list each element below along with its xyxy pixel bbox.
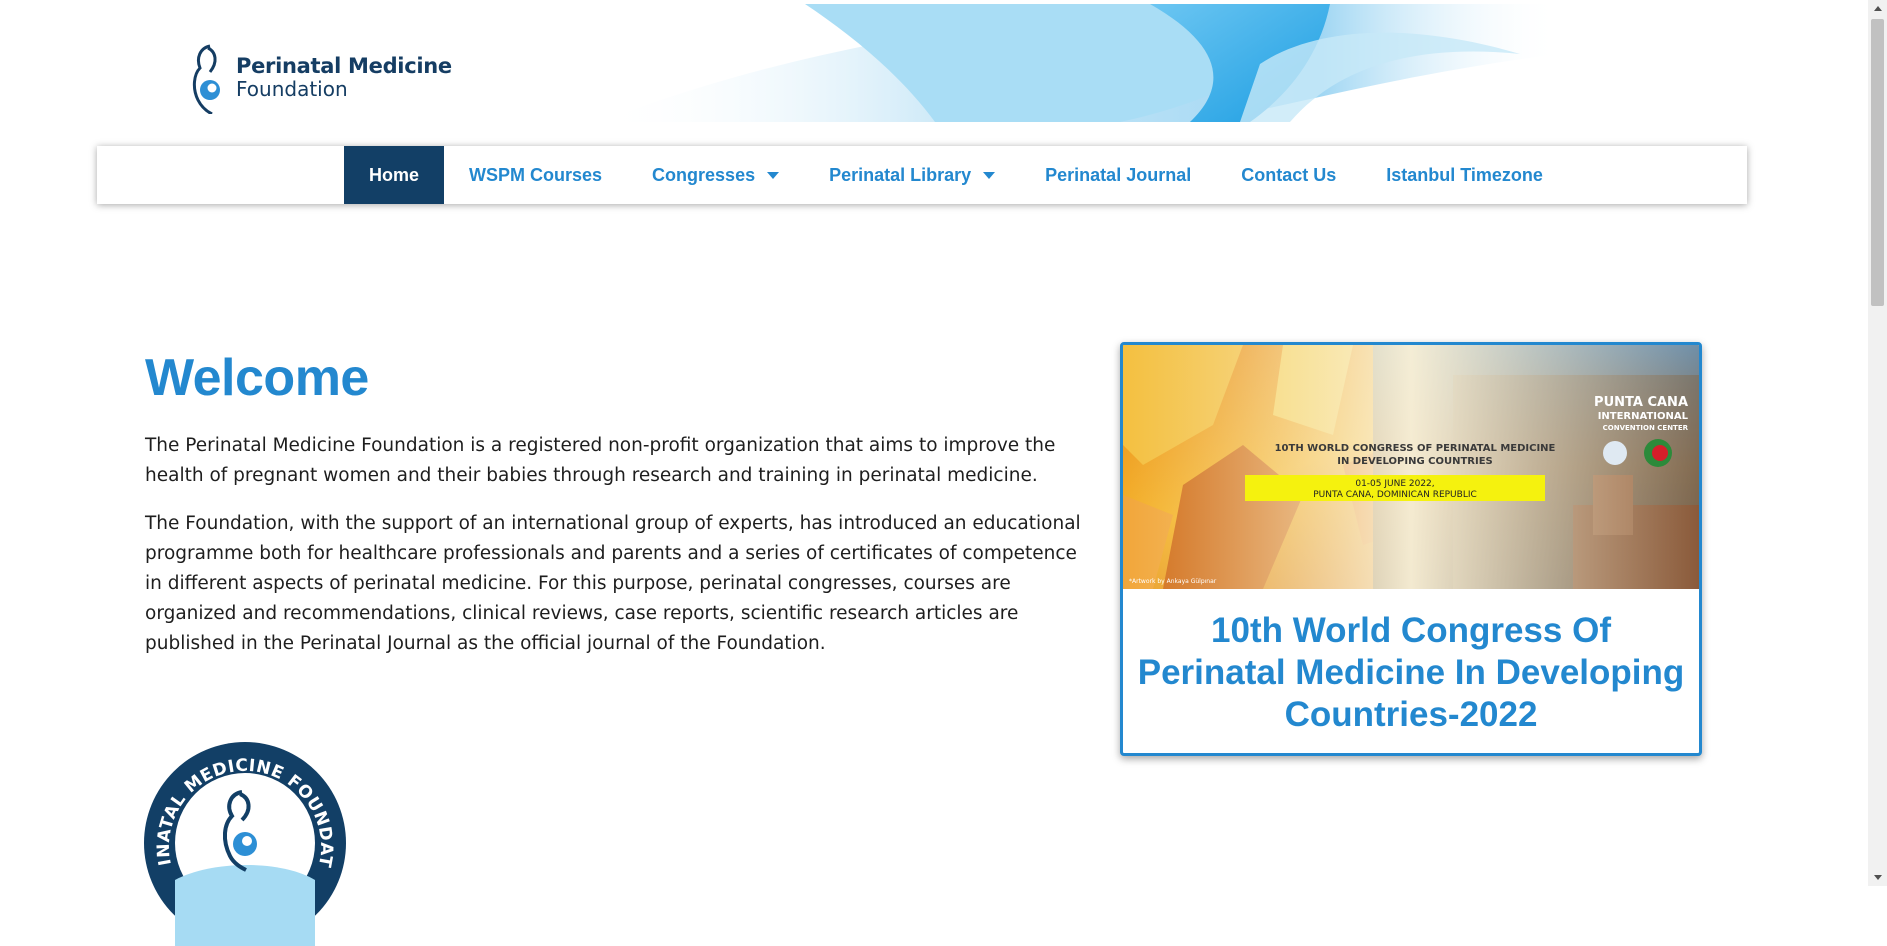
site-logo[interactable]: Perinatal Medicine Foundation bbox=[190, 40, 452, 115]
nav-item-label: Contact Us bbox=[1241, 164, 1337, 185]
nav-item-label: Congresses bbox=[652, 164, 756, 185]
nav-item-contact-us[interactable]: Contact Us bbox=[1216, 146, 1361, 204]
sponsor-logo-icon bbox=[1603, 441, 1627, 465]
congress-card[interactable]: 10TH WORLD CONGRESS OF PERINATAL MEDICIN… bbox=[1120, 342, 1702, 756]
logo-title: Perinatal Medicine bbox=[236, 53, 452, 78]
nav-item-label: Perinatal Journal bbox=[1045, 164, 1192, 185]
banner-headline-line2: IN DEVELOPING COUNTRIES bbox=[1337, 456, 1493, 467]
main-navigation: Home WSPM Courses Congresses Perinatal L… bbox=[97, 146, 1747, 204]
nav-item-label: Istanbul Timezone bbox=[1386, 164, 1543, 185]
banner-venue-line3: CONVENTION CENTER bbox=[1603, 424, 1689, 432]
logo-subtitle: Foundation bbox=[236, 77, 348, 102]
nav-item-label: Perinatal Library bbox=[829, 164, 972, 185]
banner-place: PUNTA CANA, DOMINICAN REPUBLIC bbox=[1313, 490, 1477, 500]
caret-down-icon bbox=[767, 171, 780, 179]
nav-item-label: WSPM Courses bbox=[469, 164, 603, 185]
nav-item-congresses[interactable]: Congresses bbox=[627, 146, 804, 204]
mother-child-logo-icon bbox=[192, 44, 220, 114]
banner-date: 01-05 JUNE 2022, bbox=[1355, 479, 1434, 489]
banner-venue-line1: PUNTA CANA bbox=[1594, 395, 1688, 410]
caret-down-icon bbox=[983, 171, 996, 179]
page-scrollbar[interactable] bbox=[1868, 0, 1887, 886]
congress-banner-image[interactable]: 10TH WORLD CONGRESS OF PERINATAL MEDICIN… bbox=[1123, 345, 1699, 589]
nav-item-perinatal-library[interactable]: Perinatal Library bbox=[804, 146, 1020, 204]
programme-paragraph: The Foundation, with the support of an i… bbox=[145, 513, 1081, 654]
banner-venue-line2: INTERNATIONAL bbox=[1598, 411, 1689, 422]
scroll-down-arrow-icon[interactable] bbox=[1868, 869, 1887, 886]
site-header: Perinatal Medicine Foundation bbox=[0, 0, 1868, 125]
nav-item-label: Home bbox=[369, 164, 420, 185]
scrollbar-thumb[interactable] bbox=[1871, 19, 1884, 306]
intro-paragraph: The Perinatal Medicine Foundation is a r… bbox=[145, 435, 1056, 486]
nav-item-wspm-courses[interactable]: WSPM Courses bbox=[444, 146, 627, 204]
congress-card-title[interactable]: 10th World Congress Of Perinatal Medicin… bbox=[1133, 610, 1689, 736]
scroll-up-arrow-icon[interactable] bbox=[1868, 0, 1887, 17]
foundation-badge-logo: PERINATAL MEDICINE FOUNDATION bbox=[142, 740, 346, 946]
header-wave-decoration bbox=[600, 4, 1560, 122]
welcome-heading: Welcome bbox=[145, 349, 369, 407]
nav-item-perinatal-journal[interactable]: Perinatal Journal bbox=[1020, 146, 1216, 204]
banner-credit: *Artwork by Ankaya Gülpınar bbox=[1129, 578, 1217, 585]
nav-item-istanbul-timezone[interactable]: Istanbul Timezone bbox=[1361, 146, 1568, 204]
nav-item-home[interactable]: Home bbox=[344, 146, 445, 204]
banner-headline-line1: 10TH WORLD CONGRESS OF PERINATAL MEDICIN… bbox=[1275, 443, 1556, 454]
